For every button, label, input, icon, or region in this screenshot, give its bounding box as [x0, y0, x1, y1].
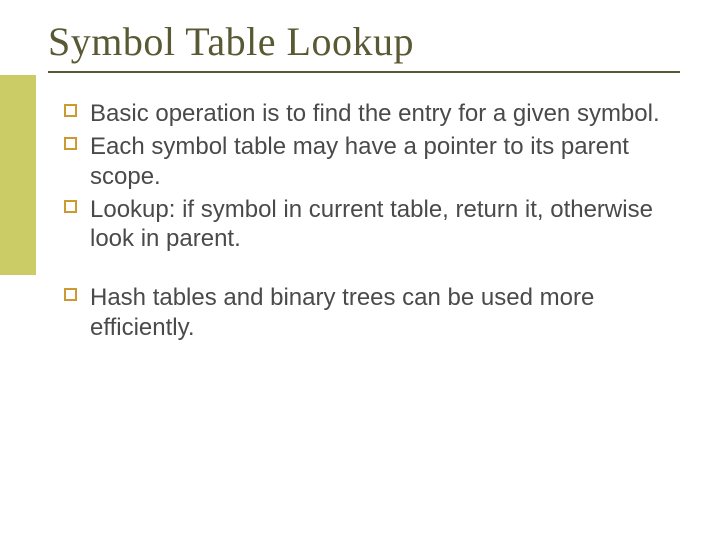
list-item: Basic operation is to find the entry for… — [64, 99, 680, 128]
accent-bar — [0, 75, 36, 275]
list-item: Hash tables and binary trees can be used… — [64, 283, 680, 342]
bullet-text: Basic operation is to find the entry for… — [90, 100, 660, 127]
list-item: Each symbol table may have a pointer to … — [64, 132, 680, 191]
bullet-list: Basic operation is to find the entry for… — [48, 99, 680, 342]
slide: Symbol Table Lookup Basic operation is t… — [0, 0, 720, 540]
square-bullet-icon — [64, 200, 77, 213]
bullet-text: Hash tables and binary trees can be used… — [90, 284, 594, 340]
slide-title: Symbol Table Lookup — [48, 18, 680, 65]
bullet-text: Lookup: if symbol in current table, retu… — [90, 196, 653, 252]
square-bullet-icon — [64, 137, 77, 150]
bullet-text: Each symbol table may have a pointer to … — [90, 133, 629, 189]
square-bullet-icon — [64, 104, 77, 117]
list-item: Lookup: if symbol in current table, retu… — [64, 195, 680, 254]
title-underline — [48, 71, 680, 73]
square-bullet-icon — [64, 288, 77, 301]
